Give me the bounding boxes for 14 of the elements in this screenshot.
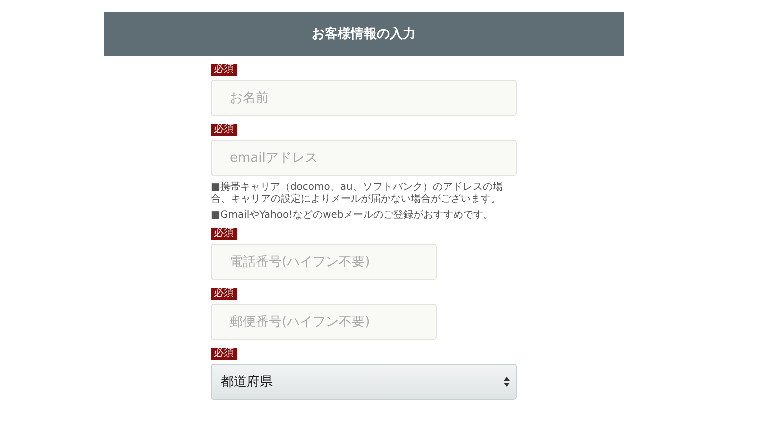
required-badge: 必須	[211, 124, 237, 136]
required-badge: 必須	[211, 288, 237, 300]
input-field[interactable]: emailアドレス	[211, 140, 517, 176]
input-field[interactable]: お名前	[211, 80, 517, 116]
input-field[interactable]: 電話番号(ハイフン不要)	[211, 244, 437, 280]
section-header: お客様情報の入力	[104, 12, 624, 56]
sort-arrows-icon	[504, 377, 510, 387]
input-field[interactable]: 郵便番号(ハイフン不要)	[211, 304, 437, 340]
required-badge: 必須	[211, 348, 237, 360]
note-text: ■携帯キャリア（docomo、au、ソフトバンク）のアドレスの場合、キャリアの設定によりメールが届かない場合がございます。	[211, 182, 504, 206]
required-badge: 必須	[211, 64, 237, 76]
note-text: ■GmailやYahoo!などのwebメールのご登録がおすすめです。	[211, 210, 495, 222]
select-field[interactable]: 都道府県	[211, 364, 517, 400]
required-badge: 必須	[211, 228, 237, 240]
